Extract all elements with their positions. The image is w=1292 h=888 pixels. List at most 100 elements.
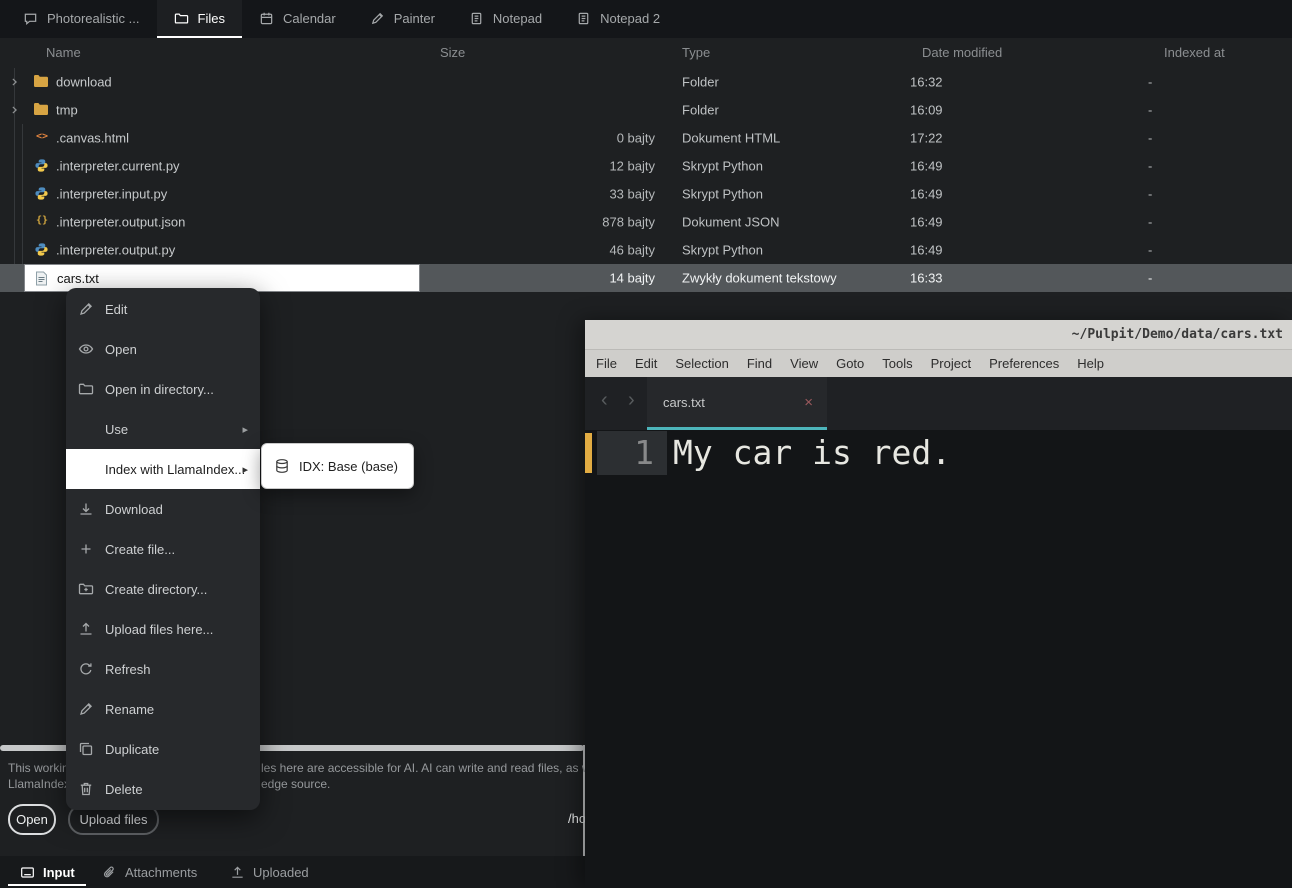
menu-item-delete[interactable]: Delete xyxy=(66,769,260,809)
file-size: 46 bajty xyxy=(440,243,655,258)
menu-item-label: Download xyxy=(105,502,163,517)
file-size: 33 bajty xyxy=(440,187,655,202)
tab-photorealistic[interactable]: Photorealistic ... xyxy=(6,0,157,38)
info-text-line2-right: edge source. xyxy=(261,777,330,791)
editor-body[interactable]: 1 My car is red. xyxy=(585,430,1292,888)
file-indexed: - xyxy=(1148,131,1152,146)
file-date: 16:32 xyxy=(910,75,943,90)
file-type: Zwykły dokument tekstowy xyxy=(682,271,837,286)
menu-item-index-with-llamaindex[interactable]: Index with LlamaIndex... ▸ xyxy=(66,449,260,489)
text-file-icon xyxy=(35,271,51,287)
calendar-icon xyxy=(259,11,274,26)
tab-label: cars.txt xyxy=(663,395,705,410)
file-size: 0 bajty xyxy=(440,131,655,146)
top-tab-bar: Photorealistic ... Files Calendar Painte… xyxy=(0,0,1292,38)
table-row-canvas-html[interactable]: <> .canvas.html 0 bajty Dokument HTML 17… xyxy=(0,124,1292,152)
path-fragment: /ho xyxy=(568,811,586,826)
menu-preferences[interactable]: Preferences xyxy=(980,356,1068,371)
menu-help[interactable]: Help xyxy=(1068,356,1113,371)
table-row-interpreter-output-py[interactable]: .interpreter.output.py 46 bajty Skrypt P… xyxy=(0,236,1292,264)
app-root: Photorealistic ... Files Calendar Painte… xyxy=(0,0,1292,888)
file-name: download xyxy=(56,75,112,90)
file-name: .interpreter.output.py xyxy=(56,243,175,258)
caret-indicator xyxy=(585,433,592,473)
table-row-tmp[interactable]: tmp Folder 16:09 - xyxy=(0,96,1292,124)
column-header-indexed-at: Indexed at xyxy=(1164,45,1225,60)
copy-icon xyxy=(78,741,94,757)
input-console-icon xyxy=(20,865,35,880)
folder-plus-icon xyxy=(78,581,94,597)
back-arrow-icon[interactable]: ‹ xyxy=(601,389,608,412)
tab-files[interactable]: Files xyxy=(157,0,242,38)
editor-tab-strip: ‹ › cars.txt × xyxy=(585,377,1292,430)
submenu-arrow-icon: ▸ xyxy=(242,423,248,436)
tab-label: Painter xyxy=(394,11,435,26)
tab-notepad[interactable]: Notepad xyxy=(452,0,559,38)
file-date: 16:49 xyxy=(910,159,943,174)
open-button[interactable]: Open xyxy=(8,804,56,835)
menu-goto[interactable]: Goto xyxy=(827,356,873,371)
table-row-interpreter-output-json[interactable]: {} .interpreter.output.json 878 bajty Do… xyxy=(0,208,1292,236)
menu-item-label: Use xyxy=(105,422,128,437)
menu-item-create-file[interactable]: Create file... xyxy=(66,529,260,569)
file-indexed: - xyxy=(1148,187,1152,202)
tab-notepad-2[interactable]: Notepad 2 xyxy=(559,0,677,38)
chevron-right-icon[interactable] xyxy=(8,104,21,117)
editor-menu-bar: File Edit Selection Find View Goto Tools… xyxy=(585,349,1292,377)
tab-calendar[interactable]: Calendar xyxy=(242,0,353,38)
file-name: .interpreter.input.py xyxy=(56,187,167,202)
tab-label: Notepad 2 xyxy=(600,11,660,26)
info-text-line1-right: les here are accessible for AI. AI can w… xyxy=(261,761,597,775)
menu-tools[interactable]: Tools xyxy=(873,356,921,371)
context-menu: Edit Open Open in directory... Use ▸ Ind… xyxy=(66,288,260,810)
menu-item-label: Open xyxy=(105,342,137,357)
editor-tab-cars-txt[interactable]: cars.txt × xyxy=(647,377,827,430)
menu-item-open[interactable]: Open xyxy=(66,329,260,369)
menu-item-label: Delete xyxy=(105,782,143,797)
tab-attachments[interactable]: Attachments xyxy=(102,856,197,888)
menu-item-edit[interactable]: Edit xyxy=(66,289,260,329)
file-indexed: - xyxy=(1148,75,1152,90)
menu-edit[interactable]: Edit xyxy=(626,356,666,371)
tab-painter[interactable]: Painter xyxy=(353,0,452,38)
file-indexed: - xyxy=(1148,103,1152,118)
table-row-download[interactable]: download Folder 16:32 - xyxy=(0,68,1292,96)
menu-find[interactable]: Find xyxy=(738,356,781,371)
chat-bubble-icon xyxy=(23,11,38,26)
menu-item-rename[interactable]: Rename xyxy=(66,689,260,729)
submenu-idx-base[interactable]: IDX: Base (base) xyxy=(261,443,414,489)
menu-project[interactable]: Project xyxy=(922,356,980,371)
eye-icon xyxy=(78,341,94,357)
pencil-icon xyxy=(78,701,94,717)
file-indexed: - xyxy=(1148,159,1152,174)
menu-item-download[interactable]: Download xyxy=(66,489,260,529)
file-name: .interpreter.output.json xyxy=(56,215,185,230)
menu-selection[interactable]: Selection xyxy=(666,356,737,371)
file-type: Dokument JSON xyxy=(682,215,780,230)
file-type: Skrypt Python xyxy=(682,187,763,202)
menu-item-refresh[interactable]: Refresh xyxy=(66,649,260,689)
menu-item-create-directory[interactable]: Create directory... xyxy=(66,569,260,609)
refresh-icon xyxy=(78,661,94,677)
column-header-type: Type xyxy=(682,45,710,60)
close-icon[interactable]: × xyxy=(804,394,813,411)
menu-view[interactable]: View xyxy=(781,356,827,371)
table-row-interpreter-current-py[interactable]: .interpreter.current.py 12 bajty Skrypt … xyxy=(0,152,1292,180)
menu-item-use[interactable]: Use ▸ xyxy=(66,409,260,449)
menu-item-duplicate[interactable]: Duplicate xyxy=(66,729,260,769)
file-type: Folder xyxy=(682,103,719,118)
menu-item-open-in-directory[interactable]: Open in directory... xyxy=(66,369,260,409)
folder-icon xyxy=(33,102,49,118)
info-text-line2-left: LlamaIndex xyxy=(8,777,70,791)
file-size: 14 bajty xyxy=(440,271,655,286)
notepad-icon xyxy=(469,11,484,26)
menu-file[interactable]: File xyxy=(587,356,626,371)
chevron-right-icon[interactable] xyxy=(8,76,21,89)
menu-item-label: Create file... xyxy=(105,542,175,557)
table-row-interpreter-input-py[interactable]: .interpreter.input.py 33 bajty Skrypt Py… xyxy=(0,180,1292,208)
tab-uploaded[interactable]: Uploaded xyxy=(230,856,309,888)
file-table-header: Name Size Type Date modified Indexed at xyxy=(0,38,1292,66)
menu-item-upload-files-here[interactable]: Upload files here... xyxy=(66,609,260,649)
forward-arrow-icon[interactable]: › xyxy=(628,389,635,412)
info-text-line1-left: This workin xyxy=(8,761,69,775)
